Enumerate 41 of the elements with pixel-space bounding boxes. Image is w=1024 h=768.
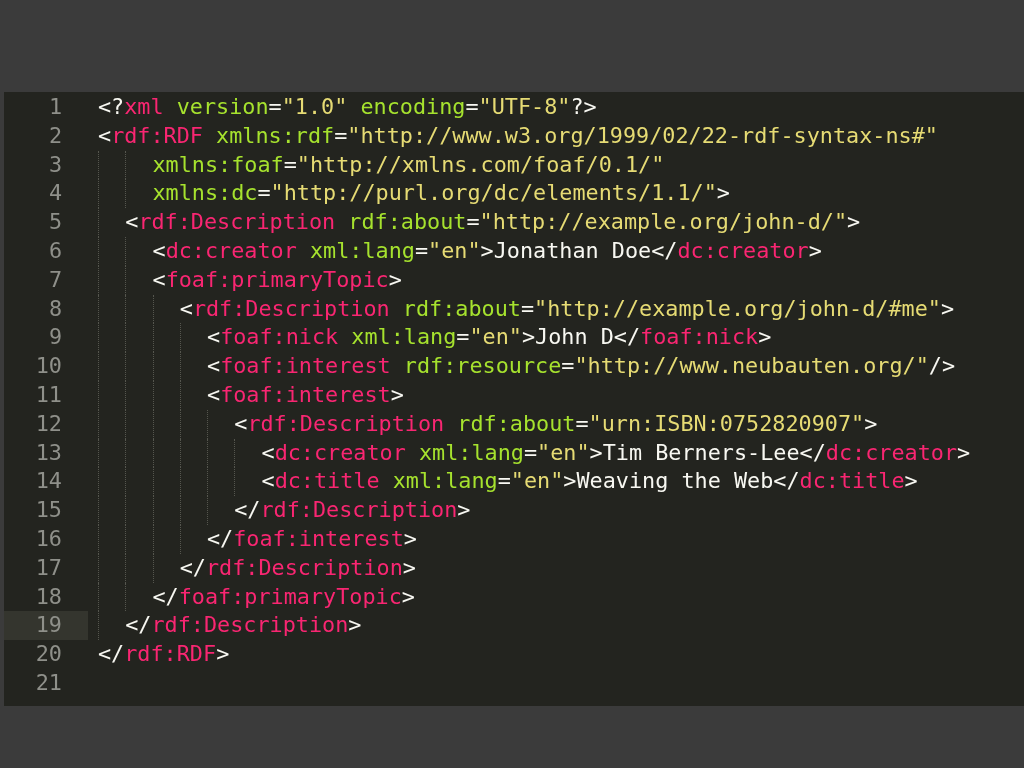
code-line: </rdf:Description> [98, 553, 416, 583]
line-number: 9 [47, 323, 63, 352]
code-line: </foaf:primaryTopic> [98, 582, 415, 612]
code-line: <rdf:Description rdf:about="http://example.org/john-d/"> [98, 208, 861, 237]
code-line: <rdf:Description rdf:about="http://example.org/john-d/#me"> [98, 294, 954, 324]
line-number: 12 [34, 409, 63, 438]
line-number: 21 [34, 668, 63, 697]
code-line: </rdf:RDF> [98, 640, 230, 669]
code-line: xmlns:dc="http://purl.org/dc/elements/1.1/"> [98, 179, 730, 209]
code-line: <dc:creator xml:lang="en">Tim Berners-Lee</dc:creator> [98, 438, 971, 468]
code-line: <rdf:Description rdf:about="urn:ISBN:0752820907"> [98, 409, 878, 439]
line-number: 19 [4, 611, 88, 641]
code-line: <dc:creator xml:lang="en">Jonathan Doe</dc:creator> [98, 237, 822, 266]
line-number: 13 [34, 438, 63, 467]
line-number: 10 [34, 352, 63, 381]
line-number: 5 [47, 208, 63, 237]
code-line: <foaf:interest> [98, 380, 404, 410]
line-number: 7 [47, 265, 63, 294]
line-number: 4 [47, 179, 63, 208]
code-line: <foaf:nick xml:lang="en">John D</foaf:nick> [98, 323, 772, 353]
code-line: </rdf:Description> [98, 496, 471, 525]
line-number: 3 [47, 150, 63, 179]
line-number: 18 [34, 582, 63, 611]
line-number: 14 [34, 467, 63, 496]
code-line: <?xml version="1.0" encoding="UTF-8"?> [98, 93, 597, 121]
code-line: <dc:title xml:lang="en">Weaving the Web</dc:title> [98, 467, 918, 497]
line-number: 6 [47, 237, 63, 265]
code-line: </foaf:interest> [98, 524, 417, 554]
line-number: 16 [34, 524, 63, 553]
line-number: 15 [34, 496, 63, 525]
line-number: 11 [34, 380, 63, 409]
line-number: 20 [34, 640, 63, 669]
code-line: xmlns:foaf="http://xmlns.com/foaf/0.1/" [98, 150, 665, 180]
code-line: <foaf:primaryTopic> [98, 265, 402, 295]
line-number: 8 [47, 294, 63, 323]
code-line: <foaf:interest rdf:resource="http://www.neubauten.org/"/> [98, 352, 956, 381]
code-line: </rdf:Description> [98, 611, 362, 641]
line-number: 2 [47, 121, 63, 150]
line-number: 1 [47, 93, 63, 121]
code-line: <rdf:RDF xmlns:rdf="http://www.w3.org/1999/02/22-rdf-syntax-ns#" [98, 121, 938, 150]
line-number: 17 [34, 553, 63, 582]
